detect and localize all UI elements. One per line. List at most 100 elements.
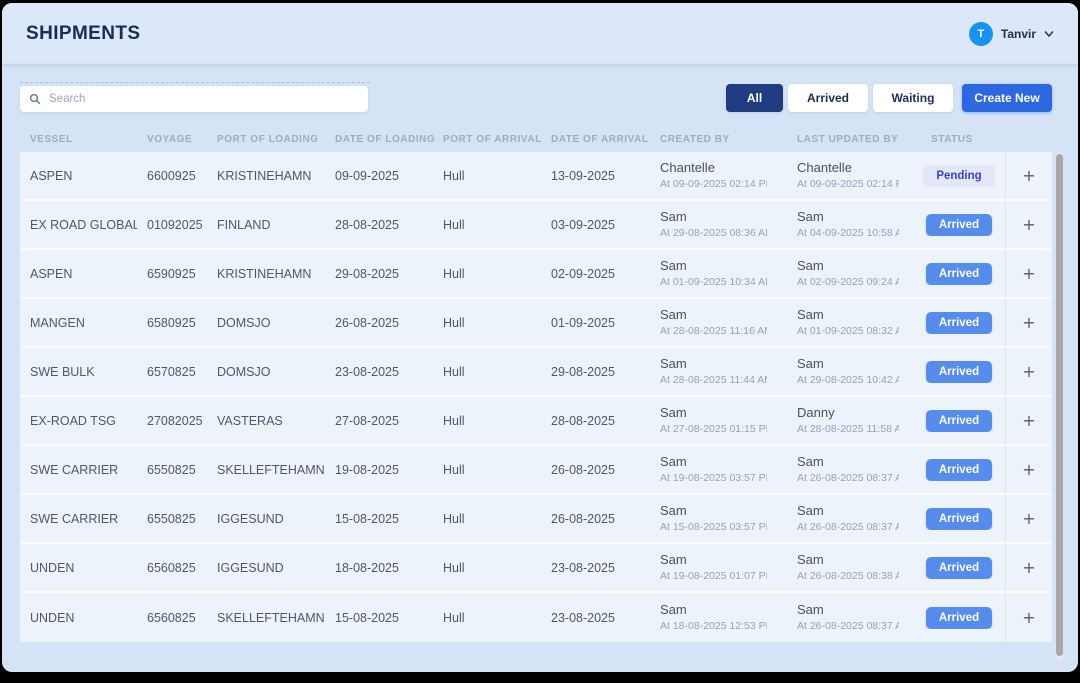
col-last-updated-by: Last Updated By	[767, 134, 899, 145]
voyage-cell: 6590925	[137, 267, 207, 281]
user-menu[interactable]: T Tanvir	[969, 22, 1054, 46]
col-date-of-loading: Date of Loading	[325, 134, 433, 145]
expand-row-button[interactable]: +	[1016, 609, 1041, 627]
expand-row-button[interactable]: +	[1016, 167, 1041, 185]
voyage-cell: 01092025	[137, 218, 207, 232]
date-of-loading-cell: 19-08-2025	[325, 463, 433, 477]
expand-cell: +	[1005, 397, 1052, 444]
date-of-arrival-cell: 26-08-2025	[541, 512, 630, 526]
expand-row-button[interactable]: +	[1016, 510, 1041, 528]
last-updated-by-cell: Chantelle At 09-09-2025 02:14 PM	[767, 160, 899, 191]
expand-cell: +	[1005, 152, 1052, 199]
expand-row-button[interactable]: +	[1016, 314, 1041, 332]
expand-cell: +	[1005, 250, 1052, 297]
expand-row-button[interactable]: +	[1016, 461, 1041, 479]
voyage-cell: 6550825	[137, 512, 207, 526]
status-badge: Arrived	[926, 459, 992, 481]
scrollbar[interactable]	[1056, 152, 1063, 660]
col-status: Status	[899, 134, 1005, 145]
status-badge: Arrived	[926, 361, 992, 383]
status-cell: Arrived	[899, 459, 1005, 481]
col-vessel: Vessel	[20, 134, 137, 145]
port-of-arrival-cell: Hull	[433, 267, 541, 281]
table-row: UNDEN 6560825 SKELLEFTEHAMN 15-08-2025 H…	[20, 593, 1052, 642]
vessel-cell: EX ROAD GLOBAL	[20, 218, 137, 232]
expand-cell: +	[1005, 544, 1052, 591]
status-badge: Arrived	[926, 410, 992, 432]
voyage-cell: 6560825	[137, 611, 207, 625]
port-of-loading-cell: SKELLEFTEHAMN	[207, 611, 325, 625]
table-row: UNDEN 6560825 IGGESUND 18-08-2025 Hull 2…	[20, 544, 1052, 593]
expand-cell: +	[1005, 593, 1052, 642]
date-of-arrival-cell: 29-08-2025	[541, 365, 630, 379]
date-of-loading-cell: 15-08-2025	[325, 512, 433, 526]
created-by-cell: Sam At 28-08-2025 11:16 AM	[630, 307, 767, 338]
search-icon	[29, 93, 41, 105]
status-badge: Pending	[923, 165, 994, 187]
port-of-loading-cell: KRISTINEHAMN	[207, 267, 325, 281]
table-body: ASPEN 6600925 KRISTINEHAMN 09-09-2025 Hu…	[20, 152, 1052, 642]
port-of-loading-cell: DOMSJO	[207, 316, 325, 330]
port-of-loading-cell: FINLAND	[207, 218, 325, 232]
date-of-arrival-cell: 28-08-2025	[541, 414, 630, 428]
create-new-button[interactable]: Create New	[962, 84, 1052, 112]
last-updated-by-cell: Sam At 04-09-2025 10:58 AM	[767, 209, 899, 240]
port-of-arrival-cell: Hull	[433, 611, 541, 625]
search-input[interactable]	[47, 92, 359, 106]
created-by-cell: Sam At 15-08-2025 03:57 PM	[630, 503, 767, 534]
last-updated-by-cell: Sam At 26-08-2025 08:37 AM	[767, 503, 899, 534]
port-of-arrival-cell: Hull	[433, 218, 541, 232]
last-updated-by-cell: Danny At 28-08-2025 11:58 AM	[767, 405, 899, 436]
expand-row-button[interactable]: +	[1016, 412, 1041, 430]
expand-row-button[interactable]: +	[1016, 559, 1041, 577]
expand-cell: +	[1005, 446, 1052, 493]
expand-cell: +	[1005, 299, 1052, 346]
last-updated-by-cell: Sam At 29-08-2025 10:42 AM	[767, 356, 899, 387]
table-header: Vessel Voyage Port of Loading Date of Lo…	[20, 134, 1052, 145]
last-updated-by-cell: Sam At 26-08-2025 08:37 AM	[767, 454, 899, 485]
port-of-arrival-cell: Hull	[433, 169, 541, 183]
status-badge: Arrived	[926, 312, 992, 334]
date-of-arrival-cell: 23-08-2025	[541, 611, 630, 625]
filter-all-button[interactable]: All	[726, 84, 783, 112]
status-badge: Arrived	[926, 214, 992, 236]
date-of-arrival-cell: 01-09-2025	[541, 316, 630, 330]
status-cell: Arrived	[899, 557, 1005, 579]
vessel-cell: UNDEN	[20, 561, 137, 575]
app-window: SHIPMENTS T Tanvir All Arrived Waiting C…	[2, 3, 1078, 672]
vessel-cell: EX-ROAD TSG	[20, 414, 137, 428]
voyage-cell: 6570825	[137, 365, 207, 379]
created-by-cell: Sam At 19-08-2025 01:07 PM	[630, 552, 767, 583]
user-name: Tanvir	[1001, 27, 1036, 41]
filter-waiting-button[interactable]: Waiting	[873, 84, 953, 112]
date-of-loading-cell: 26-08-2025	[325, 316, 433, 330]
expand-row-button[interactable]: +	[1016, 216, 1041, 234]
expand-row-button[interactable]: +	[1016, 363, 1041, 381]
port-of-arrival-cell: Hull	[433, 561, 541, 575]
filter-arrived-button[interactable]: Arrived	[788, 84, 868, 112]
col-date-of-arrival: Date of Arrival	[541, 134, 630, 145]
status-cell: Arrived	[899, 607, 1005, 629]
created-by-cell: Sam At 18-08-2025 12:53 PM	[630, 602, 767, 633]
port-of-arrival-cell: Hull	[433, 365, 541, 379]
filter-buttons: All Arrived Waiting Create New	[726, 84, 1052, 112]
table-row: ASPEN 6600925 KRISTINEHAMN 09-09-2025 Hu…	[20, 152, 1052, 201]
table-row: MANGEN 6580925 DOMSJO 26-08-2025 Hull 01…	[20, 299, 1052, 348]
chevron-down-icon	[1044, 29, 1054, 39]
date-of-arrival-cell: 13-09-2025	[541, 169, 630, 183]
port-of-arrival-cell: Hull	[433, 512, 541, 526]
date-of-loading-cell: 18-08-2025	[325, 561, 433, 575]
port-of-arrival-cell: Hull	[433, 316, 541, 330]
port-of-loading-cell: DOMSJO	[207, 365, 325, 379]
last-updated-by-cell: Sam At 26-08-2025 08:38 AM	[767, 552, 899, 583]
date-of-loading-cell: 09-09-2025	[325, 169, 433, 183]
last-updated-by-cell: Sam At 01-09-2025 08:32 AM	[767, 307, 899, 338]
col-port-of-arrival: Port of Arrival	[433, 134, 541, 145]
avatar[interactable]: T	[969, 22, 993, 46]
search-box[interactable]	[20, 86, 368, 112]
created-by-cell: Chantelle At 09-09-2025 02:14 PM	[630, 160, 767, 191]
expand-row-button[interactable]: +	[1016, 265, 1041, 283]
last-updated-by-cell: Sam At 02-09-2025 09:24 AM	[767, 258, 899, 289]
scrollbar-thumb[interactable]	[1056, 154, 1063, 656]
created-by-cell: Sam At 27-08-2025 01:15 PM	[630, 405, 767, 436]
